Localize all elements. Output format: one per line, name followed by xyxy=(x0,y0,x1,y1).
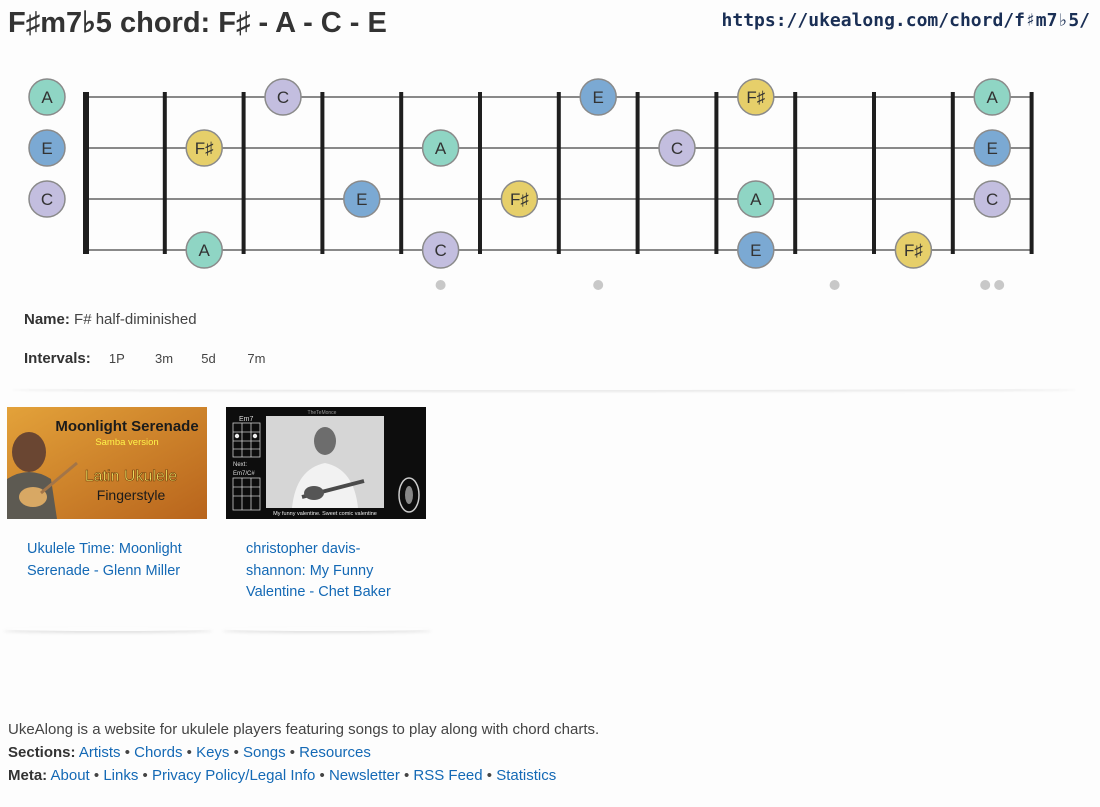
footer-link-newsletter[interactable]: Newsletter xyxy=(329,767,400,784)
intervals-row: Intervals: 1P 3m 5d 7m xyxy=(24,350,275,367)
fret-marker-dot xyxy=(994,280,1005,290)
thumb-caption: My funny valentine. Sweet comic valentin… xyxy=(273,511,377,517)
interval-4: 7m xyxy=(247,351,266,366)
chord-name-row: Name: F# half-diminished xyxy=(24,311,197,328)
footer-link-chords[interactable]: Chords xyxy=(134,744,182,761)
chord-note-label: F♯ xyxy=(510,190,529,209)
chord-note-label: F♯ xyxy=(746,88,765,107)
intervals-label: Intervals: xyxy=(24,350,91,367)
chord-note-label: E xyxy=(750,241,761,260)
chord-note-label: A xyxy=(199,241,211,260)
open-string-note-label: A xyxy=(41,88,53,107)
sections-label: Sections: xyxy=(8,744,76,761)
chord-note-label: C xyxy=(434,241,446,260)
chord-note-label: A xyxy=(750,190,762,209)
video-card[interactable]: Moonlight Serenade Samba version Latin U… xyxy=(7,407,208,582)
video-thumbnail[interactable]: Moonlight Serenade Samba version Latin U… xyxy=(7,407,207,519)
chord-note-label: E xyxy=(987,139,998,158)
fretboard-diagram: A C E F♯ A E F♯ A C E C E F♯ A C A C E F♯ xyxy=(28,78,1034,290)
chord-note-label: A xyxy=(987,88,999,107)
page-title: F♯m7♭5 chord: F♯ - A - C - E xyxy=(8,7,387,39)
thumb-subtitle: Samba version xyxy=(95,437,158,448)
footer-link-statistics[interactable]: Statistics xyxy=(496,767,556,784)
thumb-line-2: Fingerstyle xyxy=(97,487,166,503)
chord-note-label: C xyxy=(277,88,289,107)
meta-label: Meta: xyxy=(8,767,48,784)
chord-note-label: C xyxy=(671,139,683,158)
footer-link-privacy[interactable]: Privacy Policy/Legal Info xyxy=(152,767,315,784)
footer-link-songs[interactable]: Songs xyxy=(243,744,286,761)
thumb-line-1: Latin Ukulele xyxy=(85,468,178,485)
footer-link-artists[interactable]: Artists xyxy=(79,744,121,761)
thumb-header: TheTeMonce xyxy=(308,410,337,416)
footer-link-about[interactable]: About xyxy=(51,767,90,784)
video-link[interactable]: Ukulele Time: Moonlight Serenade - Glenn… xyxy=(27,539,192,582)
fret-marker-dot xyxy=(829,280,840,290)
chord-note-label: F♯ xyxy=(904,241,923,260)
card-shadow xyxy=(222,627,432,631)
interval-3: 5d xyxy=(201,351,216,366)
video-link[interactable]: christopher davis-shannon: My Funny Vale… xyxy=(246,539,411,604)
footer-meta: Meta: About • Links • Privacy Policy/Leg… xyxy=(8,767,557,784)
open-string-note-label: E xyxy=(41,139,52,158)
page-url: https://ukealong.com/chord/f♯m7♭5/ xyxy=(721,10,1090,31)
thumb-title: Moonlight Serenade xyxy=(55,418,198,435)
card-shadow xyxy=(3,627,213,631)
footer-link-keys[interactable]: Keys xyxy=(196,744,229,761)
chord-note-label: E xyxy=(593,88,604,107)
footer-sections: Sections: Artists • Chords • Keys • Song… xyxy=(8,744,371,761)
site-footer: UkeAlong is a website for ukulele player… xyxy=(8,718,599,787)
interval-1: 1P xyxy=(108,351,125,366)
interval-2: 3m xyxy=(155,351,174,366)
fret-marker-dot xyxy=(593,280,604,290)
footer-link-rss[interactable]: RSS Feed xyxy=(413,767,482,784)
chord-note-label: A xyxy=(435,139,447,158)
thumb-chord-2: Em7/C# xyxy=(233,471,255,477)
name-value: F# half-diminished xyxy=(74,311,197,328)
chord-note-label: F♯ xyxy=(195,139,214,158)
open-string-note-label: C xyxy=(41,190,53,209)
chord-note-label: C xyxy=(986,190,998,209)
section-divider xyxy=(12,386,1076,390)
footer-description: UkeAlong is a website for ukulele player… xyxy=(8,721,600,738)
thumb-chord-1: Em7 xyxy=(239,416,254,423)
footer-link-resources[interactable]: Resources xyxy=(299,744,371,761)
fret-marker-dot xyxy=(980,280,991,290)
chord-note-label: E xyxy=(356,190,367,209)
name-label: Name: xyxy=(24,311,70,328)
video-card[interactable]: TheTeMonce Em7 Next: Em7/C# My funny val… xyxy=(226,407,427,604)
thumb-next: Next: xyxy=(233,462,247,468)
video-thumbnail[interactable]: TheTeMonce Em7 Next: Em7/C# My funny val… xyxy=(226,407,426,519)
footer-link-links[interactable]: Links xyxy=(103,767,138,784)
fret-marker-dot xyxy=(435,280,446,290)
